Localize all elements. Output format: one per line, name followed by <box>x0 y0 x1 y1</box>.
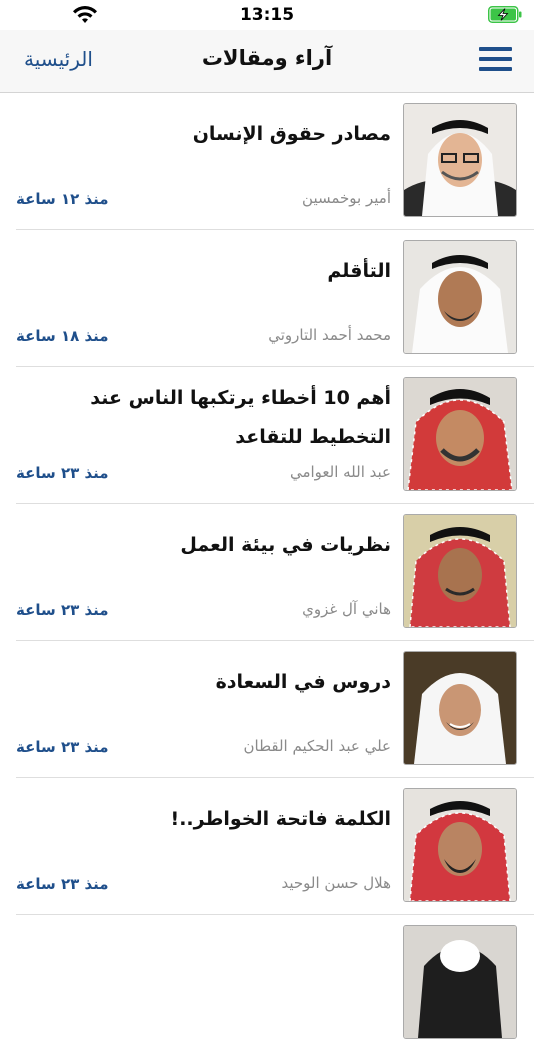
article-title: أهم 10 أخطاء يرتكبها الناس عند التخطيط ل… <box>90 387 391 448</box>
status-time: 13:15 <box>239 5 295 25</box>
article-author: علي عبد الحكيم القطان <box>243 737 391 755</box>
author-photo <box>403 651 517 765</box>
article-time: منذ ٢٣ ساعة <box>16 601 109 619</box>
author-photo <box>403 103 517 217</box>
article-author: هاني آل غزوي <box>302 600 391 618</box>
hamburger-menu-icon[interactable] <box>479 47 512 73</box>
article-title: الكلمة فاتحة الخواطر..! <box>170 808 391 830</box>
article-author: أمير بوخمسين <box>302 189 391 207</box>
article-author: عبد الله العوامي <box>289 463 391 481</box>
article-row[interactable]: أهم 10 أخطاء يرتكبها الناس عند التخطيط ل… <box>16 367 534 504</box>
author-photo <box>403 377 517 491</box>
author-photo <box>403 925 517 1039</box>
article-time: منذ ٢٣ ساعة <box>16 464 109 482</box>
article-time: منذ ٢٣ ساعة <box>16 738 109 756</box>
article-title: نظريات في بيئة العمل <box>180 534 391 556</box>
article-time: منذ ١٨ ساعة <box>16 327 109 345</box>
battery-charging-icon <box>488 6 522 23</box>
article-time: منذ ٢٣ ساعة <box>16 875 109 893</box>
author-photo <box>403 788 517 902</box>
article-row[interactable] <box>16 915 534 1039</box>
article-row[interactable]: دروس في السعادة علي عبد الحكيم القطان من… <box>16 641 534 778</box>
article-author: هلال حسن الوحيد <box>281 874 391 892</box>
articles-list: مصادر حقوق الإنسان أمير بوخمسين منذ ١٢ س… <box>0 93 534 1039</box>
author-photo <box>403 240 517 354</box>
status-bar: 13:15 <box>0 0 534 30</box>
article-row[interactable]: الكلمة فاتحة الخواطر..! هلال حسن الوحيد … <box>16 778 534 915</box>
article-title: مصادر حقوق الإنسان <box>192 123 391 145</box>
article-title: التأقلم <box>327 260 391 282</box>
navigation-bar: الرئيسية آراء ومقالات <box>0 30 534 93</box>
article-row[interactable]: التأقلم محمد أحمد التاروتي منذ ١٨ ساعة <box>16 230 534 367</box>
article-row[interactable]: مصادر حقوق الإنسان أمير بوخمسين منذ ١٢ س… <box>16 93 534 230</box>
author-photo <box>403 514 517 628</box>
article-row[interactable]: نظريات في بيئة العمل هاني آل غزوي منذ ٢٣… <box>16 504 534 641</box>
article-title: دروس في السعادة <box>215 671 391 693</box>
page-title: آراء ومقالات <box>201 46 333 70</box>
article-author: محمد أحمد التاروتي <box>268 326 391 344</box>
article-time: منذ ١٢ ساعة <box>16 190 109 208</box>
